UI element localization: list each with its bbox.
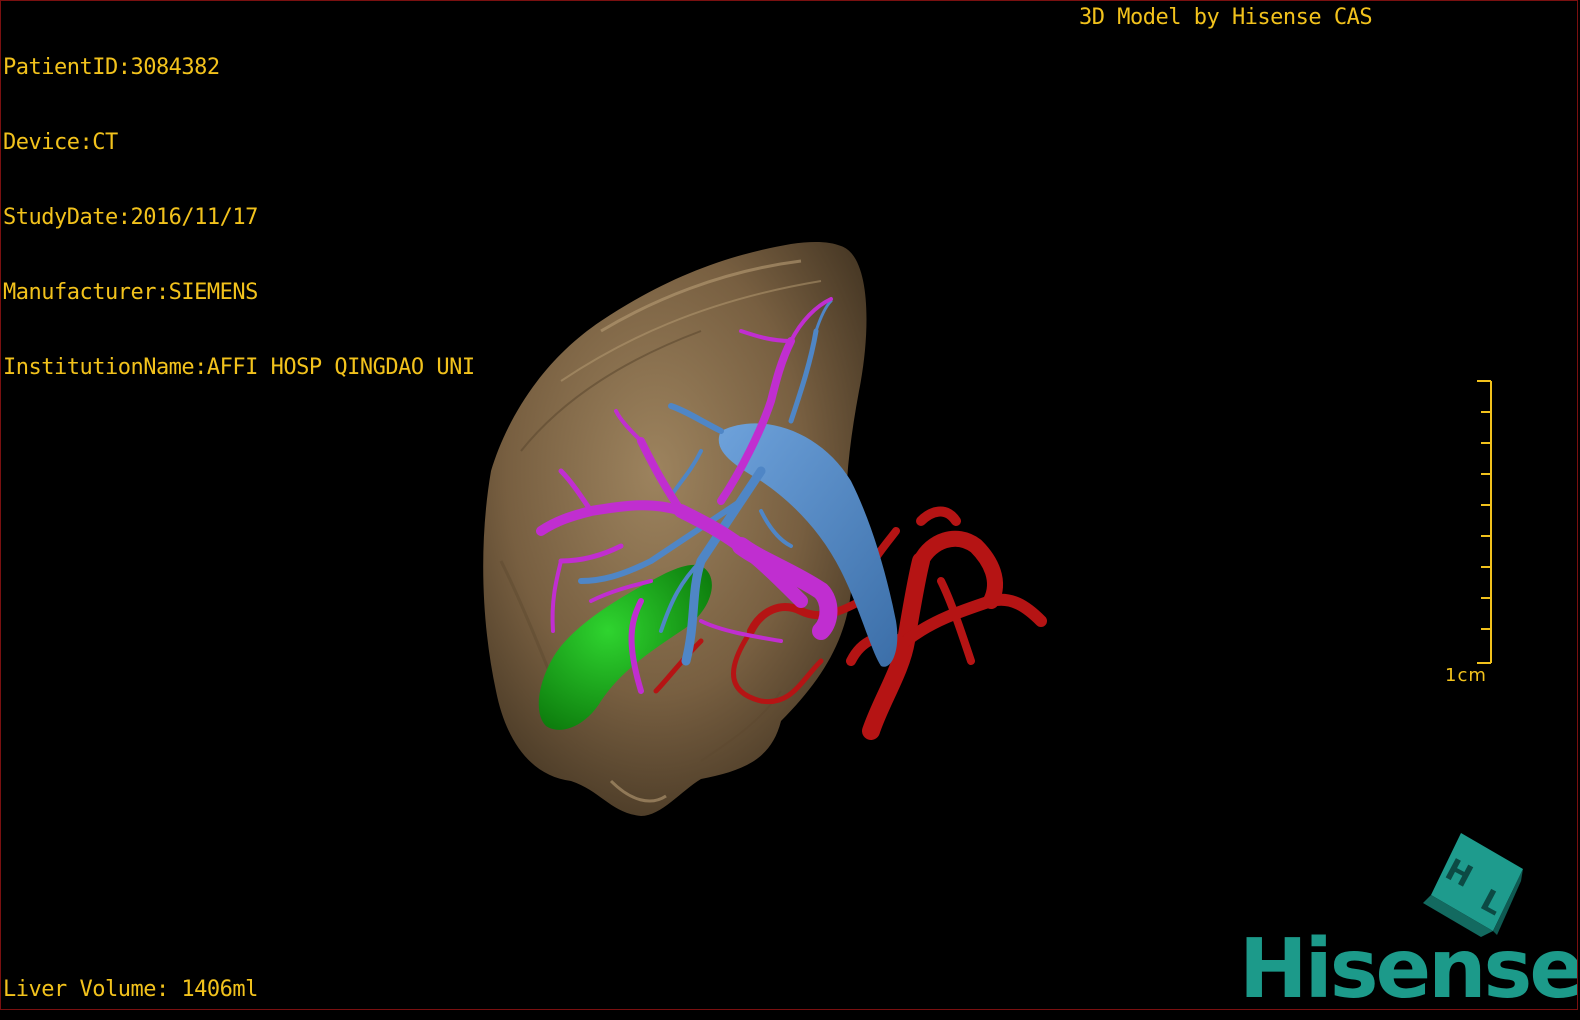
study-date-text: StudyDate:2016/11/17	[3, 205, 258, 230]
scale-bar-label: 1cm	[1445, 665, 1487, 686]
patient-id-text: PatientID:3084382	[3, 55, 220, 80]
manufacturer-text: Manufacturer:SIEMENS	[3, 280, 258, 305]
model-credit-text: 3D Model by Hisense CAS	[1079, 5, 1373, 30]
liver-volume-text: Liver Volume: 1406ml	[3, 977, 258, 1002]
institution-text: InstitutionName:AFFI HOSP QINGDAO UNI	[3, 355, 475, 380]
patient-info-overlay: PatientID:3084382 Device:CT StudyDate:20…	[3, 5, 475, 430]
device-text: Device:CT	[3, 130, 118, 155]
scale-bar	[1477, 380, 1492, 664]
hisense-logo: Hisense	[1239, 922, 1578, 1010]
3d-viewport[interactable]: PatientID:3084382 Device:CT StudyDate:20…	[0, 0, 1578, 1010]
